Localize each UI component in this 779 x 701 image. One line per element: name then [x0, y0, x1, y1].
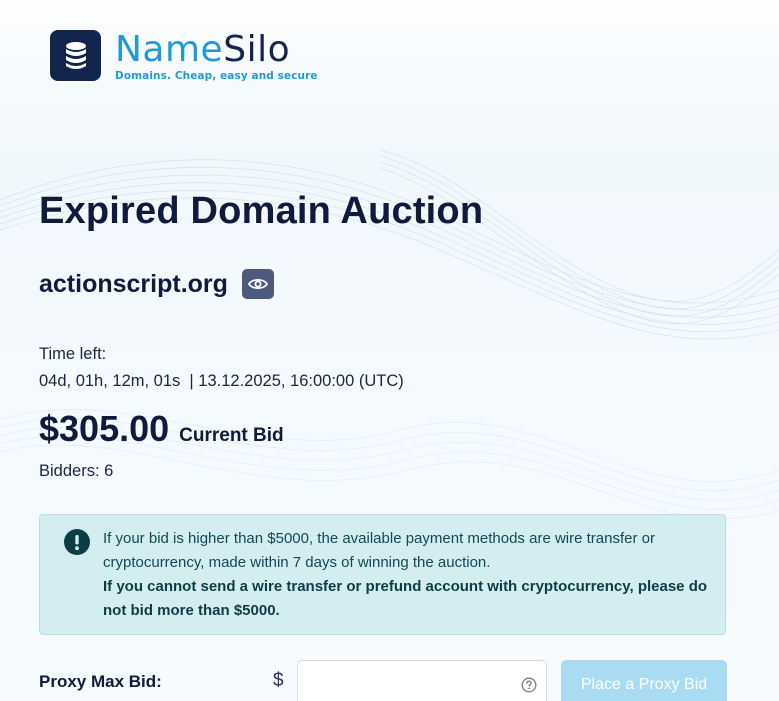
- exclamation-circle-icon: [64, 529, 90, 555]
- place-proxy-bid-button[interactable]: Place a Proxy Bid: [561, 660, 727, 701]
- current-bid-row: $305.00 Current Bid: [39, 408, 284, 450]
- bidders-count: Bidders: 6: [39, 462, 114, 480]
- watch-domain-button[interactable]: [241, 268, 274, 299]
- domain-row: actionscript.org: [39, 268, 274, 299]
- logo-wordmark: NameSilo: [115, 29, 291, 70]
- page-content: NameSilo Domains. Cheap, easy and secure…: [0, 0, 779, 701]
- time-left-value: 04d, 01h, 12m, 01s | 13.12.2025, 16:00:0…: [39, 372, 404, 390]
- question-circle-icon[interactable]: [521, 677, 537, 693]
- page-title: Expired Domain Auction: [39, 190, 484, 232]
- domain-name: actionscript.org: [39, 270, 228, 298]
- proxy-bid-input[interactable]: [298, 661, 546, 701]
- alert-warning: If you cannot send a wire transfer or pr…: [103, 578, 708, 619]
- namesilo-logo[interactable]: NameSilo Domains. Cheap, easy and secure: [50, 30, 318, 82]
- time-left-label: Time left:: [39, 345, 107, 363]
- current-bid-label: Current Bid: [179, 425, 284, 446]
- currency-sign: $: [273, 670, 284, 691]
- proxy-bid-field: [297, 660, 547, 701]
- alert-message: If your bid is higher than $5000, the av…: [103, 530, 655, 571]
- proxy-max-bid-label: Proxy Max Bid:: [39, 672, 162, 691]
- current-bid-amount: $305.00: [39, 408, 170, 449]
- eye-icon: [247, 278, 268, 289]
- logo-tagline: Domains. Cheap, easy and secure: [115, 70, 318, 82]
- database-stack-icon: [50, 30, 101, 81]
- alert-text: If your bid is higher than $5000, the av…: [103, 527, 708, 623]
- payment-warning-alert: If your bid is higher than $5000, the av…: [39, 514, 726, 635]
